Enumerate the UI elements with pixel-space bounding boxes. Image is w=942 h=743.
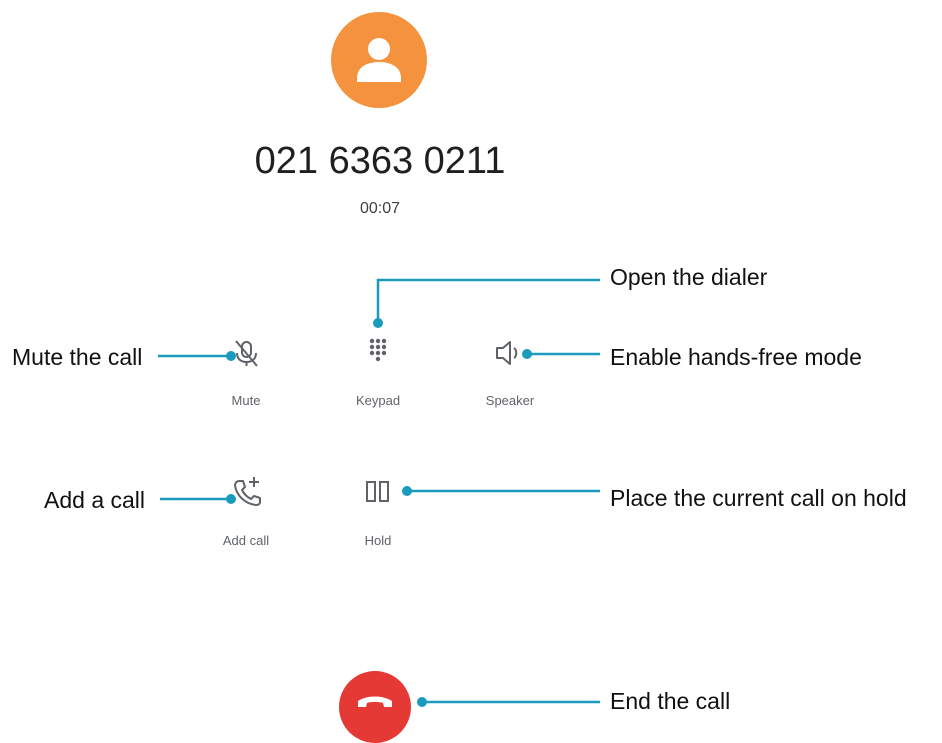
connector-dot-end-call [417,697,427,707]
volume-icon [496,341,518,365]
hang-up-icon [358,696,392,707]
annotation-add-call: Add a call [44,487,146,513]
caller-phone-number: 021 6363 0211 [254,140,506,182]
annotation-hands-free: Enable hands-free mode [610,344,862,370]
connector-open-dialer [376,278,600,323]
annotation-end-call: End the call [610,688,731,714]
add-call-icon [234,477,261,506]
call-duration-timer: 00:07 [359,200,401,217]
mute-label: Mute [231,393,261,408]
end-call-button[interactable] [339,671,411,743]
hold-label: Hold [364,533,392,548]
person-icon [357,38,401,82]
add-call-label: Add call [222,533,270,548]
mic-off-icon [235,340,258,367]
contact-avatar [331,12,427,108]
pause-icon [366,481,389,502]
annotation-hold-call: Place the current call on hold [610,485,907,511]
keypad-label: Keypad [355,393,401,408]
annotation-open-dialer: Open the dialer [610,264,768,290]
connector-dot-hold [402,486,412,496]
connector-dot-dialer [373,318,383,328]
speaker-label: Speaker [485,393,535,408]
dialpad-icon [369,338,387,362]
annotation-mute-call: Mute the call [12,344,143,370]
